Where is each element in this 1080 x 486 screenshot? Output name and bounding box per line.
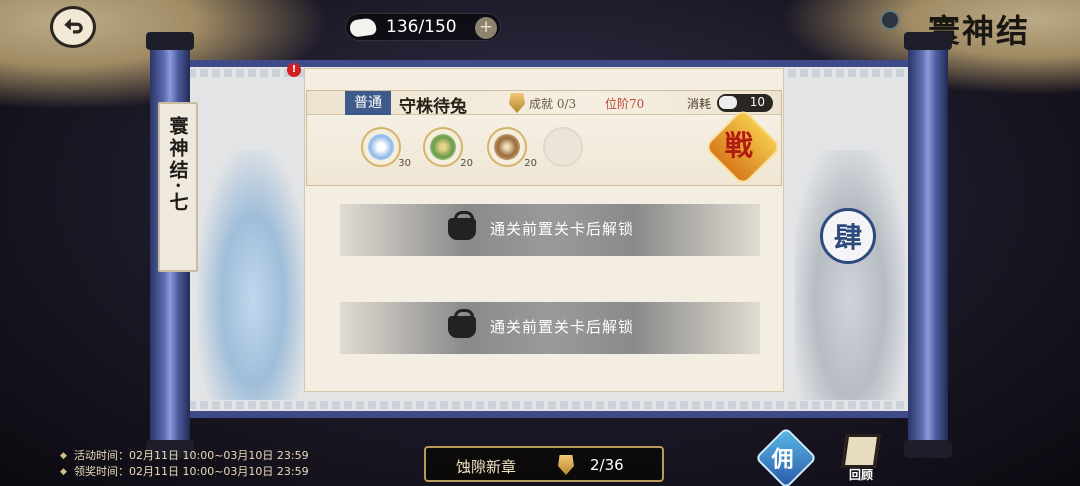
- resource-counter: 136/150 +: [345, 13, 501, 41]
- bronze-shield-icon: [494, 134, 520, 160]
- lock-icon: [448, 211, 476, 240]
- achievement-cup-icon: [558, 455, 574, 475]
- review-label: 回顾: [848, 468, 873, 482]
- reward-time: 领奖时间：02月11日 10:00~03月10日 23:59: [60, 464, 309, 480]
- event-time-info: 活动时间：02月11日 10:00~03月10日 23:59 领奖时间：02月1…: [60, 448, 309, 480]
- right-illustration: [795, 150, 905, 400]
- alert-badge: !: [287, 63, 301, 77]
- locked-stage-text: 通关前置关卡后解锁: [490, 220, 635, 238]
- next-chapter-seal[interactable]: 肆: [820, 208, 876, 264]
- reward-empty-slot: [543, 127, 583, 167]
- reward-bronze-shield[interactable]: 20: [487, 127, 537, 169]
- reward-count: 20: [524, 158, 537, 169]
- cost-value: 10: [749, 95, 765, 109]
- reward-count: 30: [398, 158, 411, 169]
- stage-name: 守株待兔: [399, 97, 467, 117]
- lock-icon: [448, 309, 476, 338]
- locked-stage-row: 通关前置关卡后解锁: [340, 204, 760, 256]
- locked-stage-text: 通关前置关卡后解锁: [490, 318, 635, 336]
- scroll-roller-right: [904, 32, 952, 458]
- reward-count: 20: [460, 158, 473, 169]
- stage-header: 普通 守株待兔 成就 0/3 位阶70 消耗 10: [307, 91, 781, 117]
- activity-time: 活动时间：02月11日 10:00~03月10日 23:59: [60, 448, 309, 464]
- left-illustration: [198, 150, 308, 400]
- progress-value: 2/36: [590, 456, 624, 474]
- achievement-progress: 成就 0/3: [529, 97, 577, 111]
- chapter-progress[interactable]: 蚀隙新章 2/36: [424, 446, 664, 482]
- shikigami-label: 佣: [771, 446, 794, 473]
- back-arrow-icon: [64, 18, 83, 34]
- fight-button[interactable]: 戦: [706, 110, 780, 184]
- stamina-stone-icon: [348, 17, 378, 38]
- difficulty-tag: 普通: [345, 91, 391, 115]
- chapter-banner-label: 寰神结·七: [166, 116, 189, 214]
- green-ornament-icon: [430, 134, 456, 160]
- add-resource-button[interactable]: +: [475, 17, 497, 39]
- achievement-cup-icon: [509, 93, 525, 113]
- book-icon: [841, 434, 881, 468]
- reward-crystal-star[interactable]: 30: [361, 127, 411, 169]
- empty-slot-icon: [550, 134, 576, 160]
- reward-green-ornament[interactable]: 20: [423, 127, 473, 169]
- review-button[interactable]: 回顾: [838, 434, 884, 482]
- rank-requirement: 位阶70: [605, 97, 645, 111]
- locked-stage-row: 通关前置关卡后解锁: [340, 302, 760, 354]
- back-button[interactable]: [50, 6, 96, 48]
- resource-value: 136/150: [386, 17, 457, 37]
- cost-label: 消耗: [687, 97, 712, 111]
- crystal-star-icon: [368, 134, 394, 160]
- fight-label: 戦: [724, 129, 753, 163]
- title-emblem-icon: [880, 10, 900, 30]
- stage-card[interactable]: 普通 守株待兔 成就 0/3 位阶70 消耗 10 30 20 20 戦: [306, 90, 782, 186]
- chapter-banner: 寰神结·七: [158, 102, 198, 272]
- progress-label: 蚀隙新章: [456, 458, 517, 476]
- cost-pill: 10: [717, 94, 773, 112]
- stamina-stone-icon: [719, 96, 737, 109]
